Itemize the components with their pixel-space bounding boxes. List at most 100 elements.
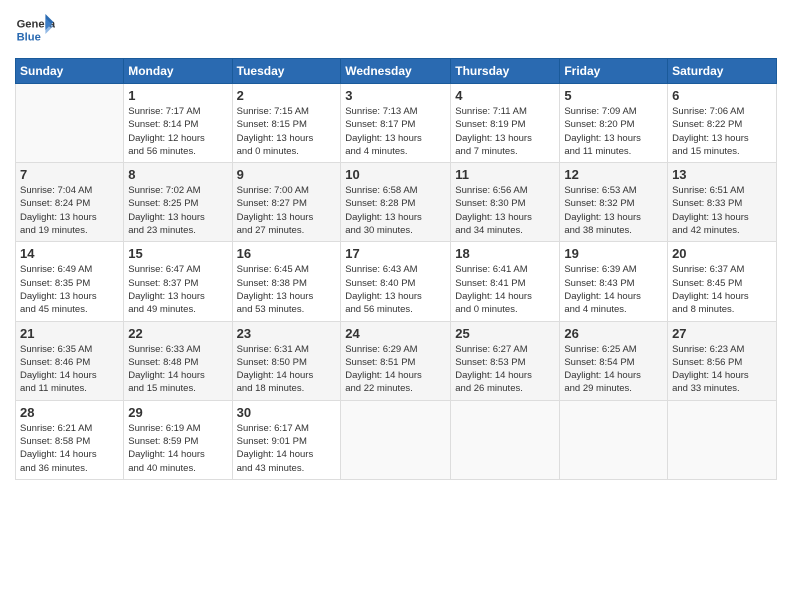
calendar-cell xyxy=(451,400,560,479)
day-number: 18 xyxy=(455,246,555,261)
calendar-week-2: 7Sunrise: 7:04 AM Sunset: 8:24 PM Daylig… xyxy=(16,163,777,242)
day-number: 8 xyxy=(128,167,227,182)
calendar-cell: 6Sunrise: 7:06 AM Sunset: 8:22 PM Daylig… xyxy=(668,84,777,163)
day-info: Sunrise: 6:49 AM Sunset: 8:35 PM Dayligh… xyxy=(20,263,119,316)
day-info: Sunrise: 7:02 AM Sunset: 8:25 PM Dayligh… xyxy=(128,184,227,237)
day-info: Sunrise: 6:58 AM Sunset: 8:28 PM Dayligh… xyxy=(345,184,446,237)
calendar-week-5: 28Sunrise: 6:21 AM Sunset: 8:58 PM Dayli… xyxy=(16,400,777,479)
day-info: Sunrise: 7:04 AM Sunset: 8:24 PM Dayligh… xyxy=(20,184,119,237)
day-number: 24 xyxy=(345,326,446,341)
calendar-cell: 21 Sunrise: 6:35 AM Sunset: 8:46 PM Dayli… xyxy=(16,321,124,400)
day-number: 20 xyxy=(672,246,772,261)
calendar-header: SundayMondayTuesdayWednesdayThursdayFrid… xyxy=(16,59,777,84)
calendar-cell: 14 Sunrise: 6:49 AM Sunset: 8:35 PM Dayli… xyxy=(16,242,124,321)
day-info: Sunrise: 6:23 AM Sunset: 8:56 PM Dayligh… xyxy=(672,343,772,396)
day-number: 22 xyxy=(128,326,227,341)
day-info: Sunrise: 7:17 AM Sunset: 8:14 PM Dayligh… xyxy=(128,105,227,158)
day-number: 25 xyxy=(455,326,555,341)
calendar-cell: 9 Sunrise: 7:00 AM Sunset: 8:27 PM Daylig… xyxy=(232,163,341,242)
calendar-cell: 8 Sunrise: 7:02 AM Sunset: 8:25 PM Daylig… xyxy=(124,163,232,242)
day-number: 3 xyxy=(345,88,446,103)
day-info: Sunrise: 6:39 AM Sunset: 8:43 PM Dayligh… xyxy=(564,263,663,316)
day-number: 9 xyxy=(237,167,337,182)
day-info: Sunrise: 6:25 AM Sunset: 8:54 PM Dayligh… xyxy=(564,343,663,396)
weekday-header-tuesday: Tuesday xyxy=(232,59,341,84)
weekday-header-thursday: Thursday xyxy=(451,59,560,84)
calendar-cell: 3 Sunrise: 7:13 AM Sunset: 8:17 PM Daylig… xyxy=(341,84,451,163)
calendar-cell: 18 Sunrise: 6:41 AM Sunset: 8:41 PM Dayli… xyxy=(451,242,560,321)
calendar-body: 1 Sunrise: 7:17 AM Sunset: 8:14 PM Daylig… xyxy=(16,84,777,480)
day-number: 2 xyxy=(237,88,337,103)
calendar-cell: 28Sunrise: 6:21 AM Sunset: 8:58 PM Dayli… xyxy=(16,400,124,479)
calendar-cell: 12 Sunrise: 6:53 AM Sunset: 8:32 PM Dayli… xyxy=(560,163,668,242)
calendar-cell: 29 Sunrise: 6:19 AM Sunset: 8:59 PM Dayli… xyxy=(124,400,232,479)
day-info: Sunrise: 7:13 AM Sunset: 8:17 PM Dayligh… xyxy=(345,105,446,158)
calendar-cell: 11Sunrise: 6:56 AM Sunset: 8:30 PM Dayli… xyxy=(451,163,560,242)
calendar-cell: 25 Sunrise: 6:27 AM Sunset: 8:53 PM Dayli… xyxy=(451,321,560,400)
day-info: Sunrise: 7:15 AM Sunset: 8:15 PM Dayligh… xyxy=(237,105,337,158)
day-number: 4 xyxy=(455,88,555,103)
calendar-table: SundayMondayTuesdayWednesdayThursdayFrid… xyxy=(15,58,777,480)
calendar-cell: 10 Sunrise: 6:58 AM Sunset: 8:28 PM Dayli… xyxy=(341,163,451,242)
weekday-header-wednesday: Wednesday xyxy=(341,59,451,84)
calendar-cell: 20Sunrise: 6:37 AM Sunset: 8:45 PM Dayli… xyxy=(668,242,777,321)
day-info: Sunrise: 6:53 AM Sunset: 8:32 PM Dayligh… xyxy=(564,184,663,237)
calendar-cell: 22 Sunrise: 6:33 AM Sunset: 8:48 PM Dayli… xyxy=(124,321,232,400)
page-container: General Blue SundayMondayTuesdayWednesda… xyxy=(0,0,792,490)
calendar-cell: 16Sunrise: 6:45 AM Sunset: 8:38 PM Dayli… xyxy=(232,242,341,321)
day-info: Sunrise: 6:33 AM Sunset: 8:48 PM Dayligh… xyxy=(128,343,227,396)
day-number: 13 xyxy=(672,167,772,182)
day-info: Sunrise: 6:51 AM Sunset: 8:33 PM Dayligh… xyxy=(672,184,772,237)
logo: General Blue xyxy=(15,10,55,50)
day-info: Sunrise: 6:35 AM Sunset: 8:46 PM Dayligh… xyxy=(20,343,119,396)
day-number: 26 xyxy=(564,326,663,341)
day-info: Sunrise: 6:41 AM Sunset: 8:41 PM Dayligh… xyxy=(455,263,555,316)
calendar-cell: 5 Sunrise: 7:09 AM Sunset: 8:20 PM Daylig… xyxy=(560,84,668,163)
calendar-cell: 30Sunrise: 6:17 AM Sunset: 9:01 PM Dayli… xyxy=(232,400,341,479)
day-number: 1 xyxy=(128,88,227,103)
calendar-cell: 26 Sunrise: 6:25 AM Sunset: 8:54 PM Dayli… xyxy=(560,321,668,400)
day-number: 12 xyxy=(564,167,663,182)
calendar-cell: 27Sunrise: 6:23 AM Sunset: 8:56 PM Dayli… xyxy=(668,321,777,400)
day-info: Sunrise: 7:11 AM Sunset: 8:19 PM Dayligh… xyxy=(455,105,555,158)
calendar-week-1: 1 Sunrise: 7:17 AM Sunset: 8:14 PM Daylig… xyxy=(16,84,777,163)
calendar-cell: 15 Sunrise: 6:47 AM Sunset: 8:37 PM Dayli… xyxy=(124,242,232,321)
weekday-header-saturday: Saturday xyxy=(668,59,777,84)
calendar-cell xyxy=(16,84,124,163)
day-number: 21 xyxy=(20,326,119,341)
weekday-header-monday: Monday xyxy=(124,59,232,84)
weekday-header-row: SundayMondayTuesdayWednesdayThursdayFrid… xyxy=(16,59,777,84)
calendar-cell: 4 Sunrise: 7:11 AM Sunset: 8:19 PM Daylig… xyxy=(451,84,560,163)
calendar-cell: 2 Sunrise: 7:15 AM Sunset: 8:15 PM Daylig… xyxy=(232,84,341,163)
calendar-cell: 19Sunrise: 6:39 AM Sunset: 8:43 PM Dayli… xyxy=(560,242,668,321)
day-number: 30 xyxy=(237,405,337,420)
day-number: 11 xyxy=(455,167,555,182)
logo-icon: General Blue xyxy=(15,10,55,50)
svg-text:Blue: Blue xyxy=(17,31,41,43)
calendar-week-3: 14 Sunrise: 6:49 AM Sunset: 8:35 PM Dayli… xyxy=(16,242,777,321)
day-number: 15 xyxy=(128,246,227,261)
day-info: Sunrise: 6:47 AM Sunset: 8:37 PM Dayligh… xyxy=(128,263,227,316)
calendar-cell xyxy=(560,400,668,479)
day-number: 17 xyxy=(345,246,446,261)
day-number: 5 xyxy=(564,88,663,103)
day-number: 14 xyxy=(20,246,119,261)
weekday-header-sunday: Sunday xyxy=(16,59,124,84)
day-info: Sunrise: 6:43 AM Sunset: 8:40 PM Dayligh… xyxy=(345,263,446,316)
calendar-week-4: 21 Sunrise: 6:35 AM Sunset: 8:46 PM Dayli… xyxy=(16,321,777,400)
day-info: Sunrise: 6:27 AM Sunset: 8:53 PM Dayligh… xyxy=(455,343,555,396)
calendar-cell xyxy=(341,400,451,479)
day-info: Sunrise: 7:09 AM Sunset: 8:20 PM Dayligh… xyxy=(564,105,663,158)
day-info: Sunrise: 6:19 AM Sunset: 8:59 PM Dayligh… xyxy=(128,422,227,475)
day-number: 28 xyxy=(20,405,119,420)
day-number: 29 xyxy=(128,405,227,420)
day-info: Sunrise: 6:45 AM Sunset: 8:38 PM Dayligh… xyxy=(237,263,337,316)
calendar-cell: 7Sunrise: 7:04 AM Sunset: 8:24 PM Daylig… xyxy=(16,163,124,242)
day-number: 10 xyxy=(345,167,446,182)
calendar-cell: 24 Sunrise: 6:29 AM Sunset: 8:51 PM Dayli… xyxy=(341,321,451,400)
day-info: Sunrise: 7:00 AM Sunset: 8:27 PM Dayligh… xyxy=(237,184,337,237)
day-number: 23 xyxy=(237,326,337,341)
day-info: Sunrise: 7:06 AM Sunset: 8:22 PM Dayligh… xyxy=(672,105,772,158)
day-info: Sunrise: 6:29 AM Sunset: 8:51 PM Dayligh… xyxy=(345,343,446,396)
day-info: Sunrise: 6:31 AM Sunset: 8:50 PM Dayligh… xyxy=(237,343,337,396)
